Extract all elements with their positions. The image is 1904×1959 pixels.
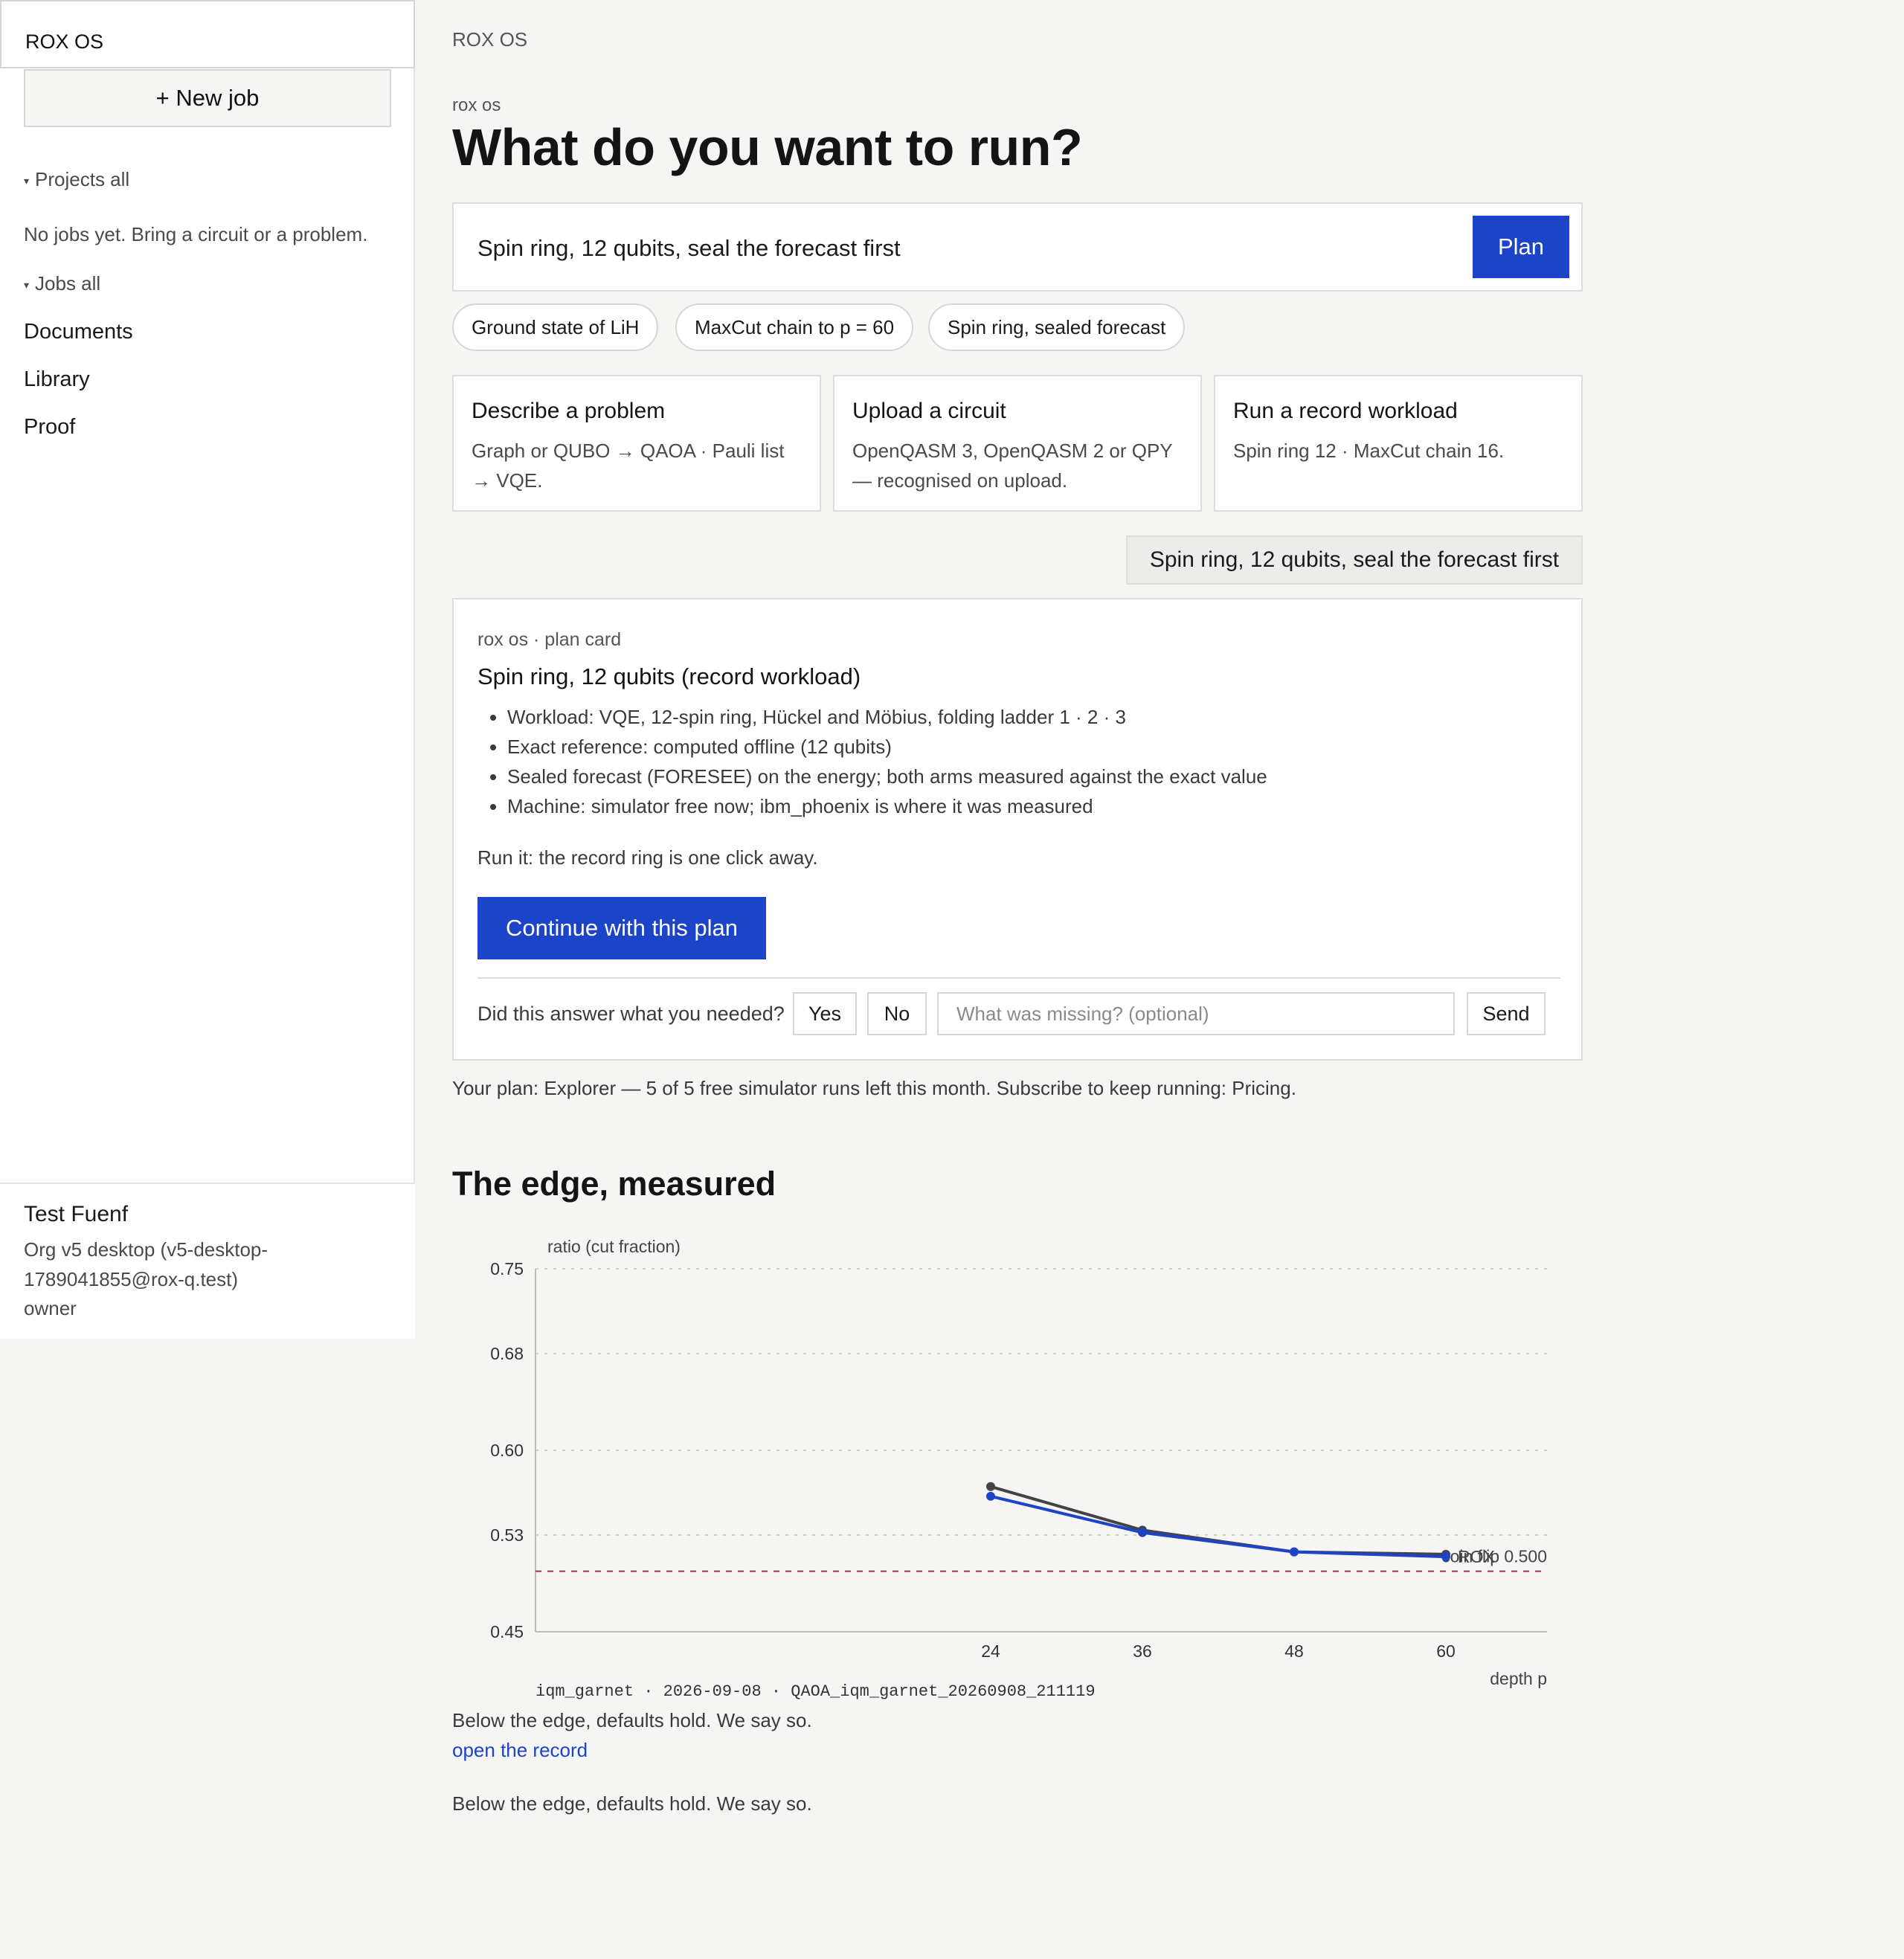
prompt-box: Spin ring, 12 qubits, seal the forecast …	[452, 202, 1583, 292]
card-record-workload[interactable]: Run a record workload Spin ring 12 · Max…	[1214, 375, 1583, 512]
user-org: Org v5 desktop (v5-desktop-1789041855@ro…	[24, 1238, 268, 1290]
data-point-rox	[1290, 1547, 1299, 1557]
plan-button[interactable]: Plan	[1473, 216, 1569, 278]
user-role: owner	[24, 1297, 77, 1319]
feedback-yes-button[interactable]: Yes	[793, 992, 857, 1035]
caret-down-icon: ▾	[24, 174, 30, 187]
plan-card-eyebrow: rox os · plan card	[477, 629, 622, 650]
card-title: Run a record workload	[1233, 399, 1458, 423]
plan-bullet: Sealed forecast (FORESEE) on the energy;…	[507, 762, 1267, 791]
feedback-question: Did this answer what you needed?	[477, 1003, 785, 1025]
feedback-no-button[interactable]: No	[867, 992, 927, 1035]
open-record-link[interactable]: open the record	[452, 1739, 588, 1762]
sidebar-item-documents[interactable]: Documents	[24, 320, 133, 344]
feedback-send-button[interactable]: Send	[1467, 992, 1546, 1035]
suggestion-chip-spin-ring[interactable]: Spin ring, sealed forecast	[928, 303, 1186, 351]
chart-caption-repeat: Below the edge, defaults hold. We say so…	[452, 1792, 812, 1815]
plan-status-note: Your plan: Explorer — 5 of 5 free simula…	[452, 1077, 1296, 1099]
divider	[477, 977, 1560, 979]
x-tick-label: 48	[1284, 1641, 1304, 1661]
edge-chart: ratio (cut fraction) depth p 0.75 0.68 0.6…	[490, 1237, 1547, 1688]
data-point-rox	[1441, 1552, 1450, 1562]
y-axis-label: ratio (cut fraction)	[547, 1237, 681, 1256]
jobs-label: Jobs all	[35, 272, 101, 295]
x-tick-label: 60	[1436, 1641, 1456, 1661]
x-tick-label: 24	[981, 1641, 1000, 1661]
section-title: The edge, measured	[452, 1165, 776, 1203]
series-line-default	[990, 1484, 1447, 1556]
page-eyebrow: rox os	[452, 95, 501, 115]
user-panel: Test Fuenf Org v5 desktop (v5-desktop-17…	[0, 1183, 415, 1339]
prompt-input[interactable]: Spin ring, 12 qubits, seal the forecast …	[477, 235, 901, 262]
data-point-rox	[986, 1491, 995, 1501]
y-tick-label: 0.68	[490, 1344, 524, 1363]
plan-card: rox os · plan card Spin ring, 12 qubits …	[452, 598, 1583, 1061]
user-name: Test Fuenf	[24, 1202, 129, 1226]
suggestion-chip-lih[interactable]: Ground state of LiH	[452, 303, 659, 351]
feedback-input[interactable]	[937, 992, 1455, 1035]
y-tick-label: 0.60	[490, 1441, 524, 1460]
caret-down-icon: ▾	[24, 278, 30, 291]
plan-card-bullets: Workload: VQE, 12-spin ring, Hückel and …	[507, 702, 1267, 821]
card-title: Upload a circuit	[852, 399, 1006, 423]
chart-source-meta: iqm_garnet · 2026-09-08 · QAOA_iqm_garne…	[536, 1682, 1096, 1701]
x-axis-label: depth p	[1490, 1669, 1547, 1688]
plan-bullet: Exact reference: computed offline (12 qu…	[507, 732, 1267, 762]
sidebar-item-proof[interactable]: Proof	[24, 415, 75, 440]
sidebar: ROX OS + New job ▾ Projects all No jobs y…	[0, 0, 415, 1339]
plan-bullet: Machine: simulator free now; ibm_phoenix…	[507, 791, 1267, 821]
continue-plan-button[interactable]: Continue with this plan	[477, 897, 766, 959]
projects-label: Projects all	[35, 168, 130, 190]
brand-logo[interactable]: ROX OS	[0, 0, 415, 68]
x-tick-label: 36	[1133, 1641, 1152, 1661]
empty-jobs-text: No jobs yet. Bring a circuit or a proble…	[24, 223, 368, 245]
card-description: Spin ring 12 · MaxCut chain 16.	[1233, 440, 1505, 462]
data-point-default	[986, 1482, 995, 1491]
y-tick-label: 0.45	[490, 1622, 524, 1641]
new-job-button[interactable]: + New job	[24, 69, 391, 127]
card-title: Describe a problem	[472, 399, 666, 423]
card-description: OpenQASM 3, OpenQASM 2 or QPY — recognis…	[852, 440, 1173, 492]
suggestion-chip-maxcut[interactable]: MaxCut chain to p = 60	[675, 303, 914, 351]
y-tick-label: 0.53	[490, 1525, 524, 1545]
series-end-label: ROX	[1458, 1547, 1495, 1566]
card-describe-problem[interactable]: Describe a problem Graph or QUBO → QAOA …	[452, 375, 821, 512]
page-title: What do you want to run?	[452, 118, 1083, 176]
sidebar-item-library[interactable]: Library	[24, 367, 90, 392]
projects-toggle[interactable]: ▾ Projects all	[24, 168, 129, 191]
plan-card-title: Spin ring, 12 qubits (record workload)	[477, 663, 861, 689]
chart-caption: Below the edge, defaults hold. We say so…	[452, 1709, 812, 1731]
card-upload-circuit[interactable]: Upload a circuit OpenQASM 3, OpenQASM 2 …	[833, 375, 1202, 512]
plan-card-run-text: Run it: the record ring is one click awa…	[477, 846, 818, 869]
data-point-rox	[1138, 1528, 1147, 1537]
card-description: Graph or QUBO → QAOA · Pauli list → VQE.	[472, 440, 785, 492]
y-tick-label: 0.75	[490, 1259, 524, 1278]
user-message-bubble: Spin ring, 12 qubits, seal the forecast …	[1126, 535, 1583, 585]
plan-bullet: Workload: VQE, 12-spin ring, Hückel and …	[507, 702, 1267, 732]
breadcrumb: ROX OS	[452, 28, 528, 51]
jobs-toggle[interactable]: ▾ Jobs all	[24, 272, 100, 295]
